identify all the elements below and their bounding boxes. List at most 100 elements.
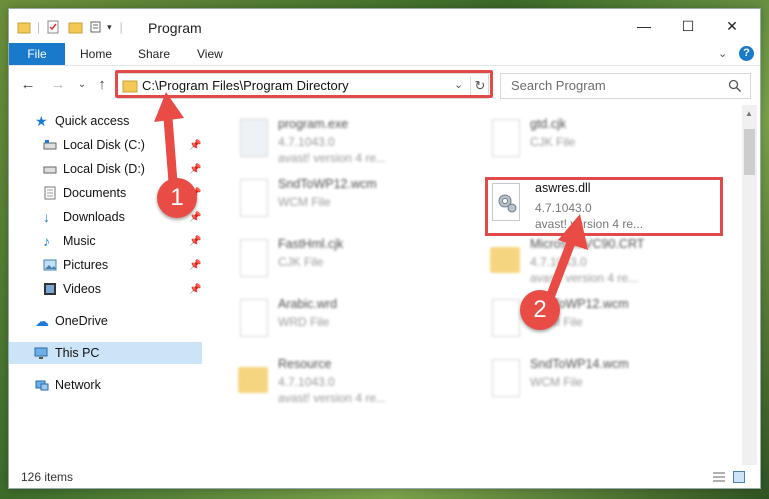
pin-icon: 📌 [189,164,202,175]
step-1-badge: 1 [157,178,197,218]
drive-icon [43,140,57,150]
search-field[interactable]: Search Program [500,73,751,99]
folder-icon [234,357,268,401]
nav-label: Music [63,234,96,248]
pin-icon: 📌 [189,212,202,223]
nav-label: Videos [63,282,101,296]
folder-icon [486,237,520,281]
close-button[interactable]: ✕ [709,15,755,37]
tab-view[interactable]: View [197,43,223,65]
file-name: Arabic.wrd [278,297,338,311]
music-icon: ♪ [43,233,50,249]
file-name: FastHml.cjk [278,237,344,251]
help-icon[interactable]: ? [739,46,754,61]
file-name: SndToWP12.wcm [278,177,377,191]
minimize-button[interactable]: — [621,15,667,37]
file-description: avast! version 4 re... [278,151,387,165]
recent-locations-icon[interactable]: ⌄ [73,76,91,94]
documents-icon [44,186,56,200]
nav-label: Documents [63,186,127,200]
file-item[interactable]: program.exe 4.7.1043.0 avast! version 4 … [234,113,474,169]
up-button[interactable]: ↑ [93,76,111,94]
details-view-icon[interactable] [712,471,726,483]
videos-icon [44,283,56,295]
pin-icon: 📌 [189,236,202,247]
file-icon [486,117,520,161]
file-item[interactable]: FastHml.cjk CJK File [234,233,474,289]
maximize-button[interactable]: ☐ [665,15,711,37]
file-item[interactable]: Resource 4.7.1043.0 avast! version 4 re.… [234,353,474,409]
properties-icon[interactable] [46,20,60,34]
back-button[interactable]: ← [19,76,37,94]
file-type: CJK File [278,255,324,269]
file-list: program.exe 4.7.1043.0 avast! version 4 … [212,105,740,465]
file-version: 4.7.1043.0 [278,135,335,149]
file-name: SndToWP14.wcm [530,357,629,371]
customize-toolbar-icon[interactable] [90,20,104,34]
file-icon [234,237,268,281]
nav-this-pc[interactable]: This PC [9,342,202,364]
status-bar: 126 items [9,467,760,488]
window-title: Program [148,20,202,36]
nav-label: Local Disk (D:) [63,162,145,176]
file-name: gtd.cjk [530,117,567,131]
pin-icon: 📌 [189,140,202,151]
file-item[interactable]: SndToWP14.wcm WCM File [486,353,726,409]
item-count: 126 items [21,470,74,484]
file-item[interactable]: Arabic.wrd WRD File [234,293,474,349]
file-type: WCM File [530,375,583,389]
computer-icon [34,347,48,359]
forward-button[interactable]: → [49,76,67,94]
file-icon [234,297,268,341]
chevron-down-icon[interactable]: ▾ [107,22,112,33]
large-icons-view-icon[interactable] [733,471,745,483]
nav-label: Pictures [63,258,109,272]
file-icon [486,297,520,341]
star-icon: ★ [35,113,48,129]
tab-file[interactable]: File [9,43,65,65]
explorer-window: | ▾ | Program — ☐ ✕ File Home Share View… [9,9,760,488]
tab-share[interactable]: Share [138,43,170,65]
file-type: CJK File [530,135,576,149]
file-icon [486,357,520,401]
ribbon: File Home Share View ⌄ ? [9,43,760,66]
nav-label: Local Disk (C:) [63,138,145,152]
quick-access-toolbar: | ▾ | [17,18,129,36]
title-bar: | ▾ | Program — ☐ ✕ [9,9,760,43]
address-row: ← → ⌄ ↑ C:\Program Files\Program Directo… [9,66,760,102]
nav-label: Quick access [55,114,130,128]
nav-label: Network [55,378,101,392]
file-type: WRD File [278,315,330,329]
file-type: WCM File [278,195,331,209]
cloud-icon: ☁ [35,313,49,329]
new-folder-icon[interactable] [68,20,84,34]
file-highlight-box [485,177,723,236]
tab-home[interactable]: Home [80,43,112,65]
drive-icon [43,166,57,174]
file-item[interactable]: SndToWP12.wcm WCM File [234,173,474,229]
expand-ribbon-icon[interactable]: ⌄ [718,43,727,65]
file-version: 4.7.1043.0 [278,375,335,389]
file-icon [234,177,268,221]
scroll-thumb[interactable] [744,129,755,175]
pin-icon: 📌 [189,284,202,295]
exe-icon [234,117,268,161]
file-name: program.exe [278,117,349,131]
network-icon [35,380,49,391]
scroll-up-icon[interactable]: ▲ [745,109,753,118]
search-placeholder: Search Program [511,78,606,93]
search-icon[interactable] [728,79,742,93]
pin-icon: 📌 [189,260,202,271]
file-description: avast! version 4 re... [278,391,387,405]
nav-label: Downloads [63,210,125,224]
pictures-icon [43,259,57,271]
step-2-badge: 2 [520,290,560,330]
file-item[interactable]: gtd.cjk CJK File [486,113,726,169]
file-name: Resource [278,357,332,371]
download-icon: ↓ [43,209,50,225]
file-item[interactable]: Microsoft.VC90.CRT 4.7.1043.0 avast! ver… [486,233,726,289]
nav-label: OneDrive [55,314,108,328]
nav-label: This PC [55,346,100,360]
vertical-scrollbar[interactable]: ▲ [742,105,757,465]
folder-icon[interactable] [17,20,31,34]
